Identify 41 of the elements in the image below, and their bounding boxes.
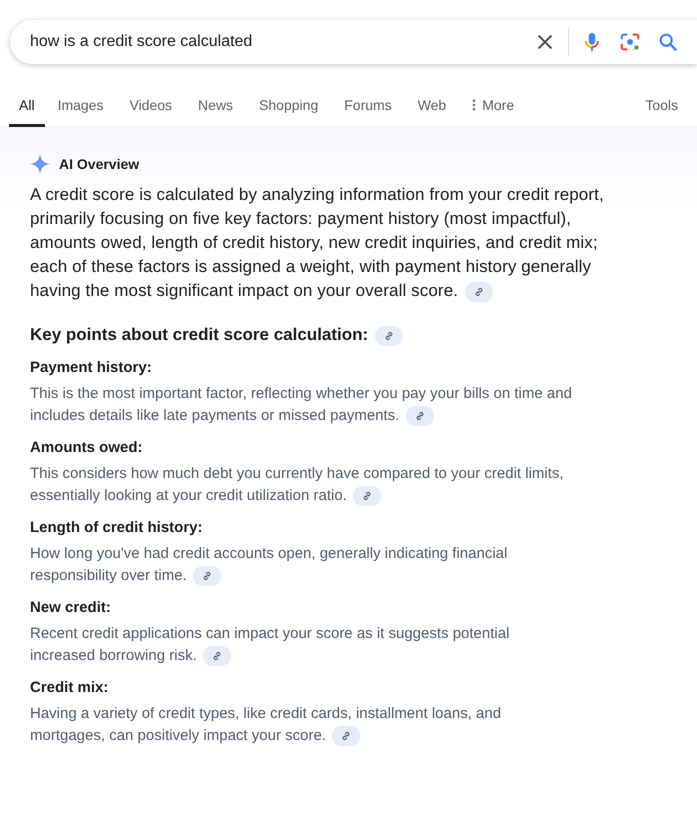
- link-button[interactable]: [332, 726, 360, 746]
- overview-title: AI Overview: [59, 156, 140, 172]
- point-text: Having a variety of credit types, like credit cards, installment loans, and mortgages, can positively impact your score.: [30, 703, 575, 747]
- tab[interactable]: Images: [56, 86, 104, 127]
- link-button[interactable]: [192, 566, 221, 586]
- sparkle-icon: [29, 153, 51, 175]
- point-title: Credit mix:: [30, 678, 110, 698]
- tools-button[interactable]: Tools: [644, 86, 679, 127]
- tab[interactable]: Videos: [128, 86, 174, 127]
- link-icon: [341, 731, 352, 742]
- link-icon: [384, 330, 394, 341]
- point-text: This considers how much debt you currently have compared to your credit limits, essentially looking at your credit utilization ratio.: [30, 463, 575, 507]
- point-title: Length of credit history:: [30, 518, 204, 538]
- section-heading: Key points about credit score calculation:: [30, 325, 368, 344]
- link-button[interactable]: [353, 486, 381, 506]
- tab[interactable]: Web: [416, 86, 448, 127]
- tab[interactable]: More: [471, 86, 516, 127]
- point-text: Recent credit applications can impact your score as it suggests potential increased borrowing risk.: [30, 623, 575, 667]
- point-text: This is the most important factor, reflecting whether you pay your bills on time and includes details like late payments or missed payments.: [30, 383, 575, 427]
- link-button[interactable]: [374, 326, 403, 346]
- search-field[interactable]: how is a credit score calculated: [30, 33, 518, 51]
- link-icon: [474, 286, 484, 297]
- link-icon: [212, 651, 222, 662]
- point-title: Payment history:: [30, 358, 153, 378]
- link-button[interactable]: [406, 406, 434, 426]
- link-button[interactable]: [202, 646, 231, 666]
- more-vertical-icon: [472, 99, 476, 111]
- point-title: New credit:: [30, 598, 112, 618]
- camera-icon[interactable]: [619, 31, 641, 53]
- link-icon: [414, 411, 425, 422]
- search-bar[interactable]: how is a credit score calculated: [10, 20, 697, 64]
- search-icon[interactable]: [657, 31, 679, 53]
- tab[interactable]: News: [197, 86, 234, 127]
- link-icon: [202, 571, 212, 582]
- link-button[interactable]: [464, 282, 493, 302]
- tab[interactable]: Shopping: [258, 86, 320, 127]
- summary-text: A credit score is calculated by analyzing information from your credit report, primarily focusing on five key factors: payment history (most impactful), amounts owed, length of credit history, new credit inquiries, and credit mix; each of these factors is assigned a weight, with payment history generally having the most significant impact on your overall score.: [30, 184, 605, 303]
- tab[interactable]: Forums: [343, 86, 393, 127]
- point-text: How long you've had credit accounts open, generally indicating financial responsibility over time.: [30, 543, 575, 587]
- link-icon: [362, 491, 372, 502]
- point-title: Amounts owed:: [30, 438, 144, 458]
